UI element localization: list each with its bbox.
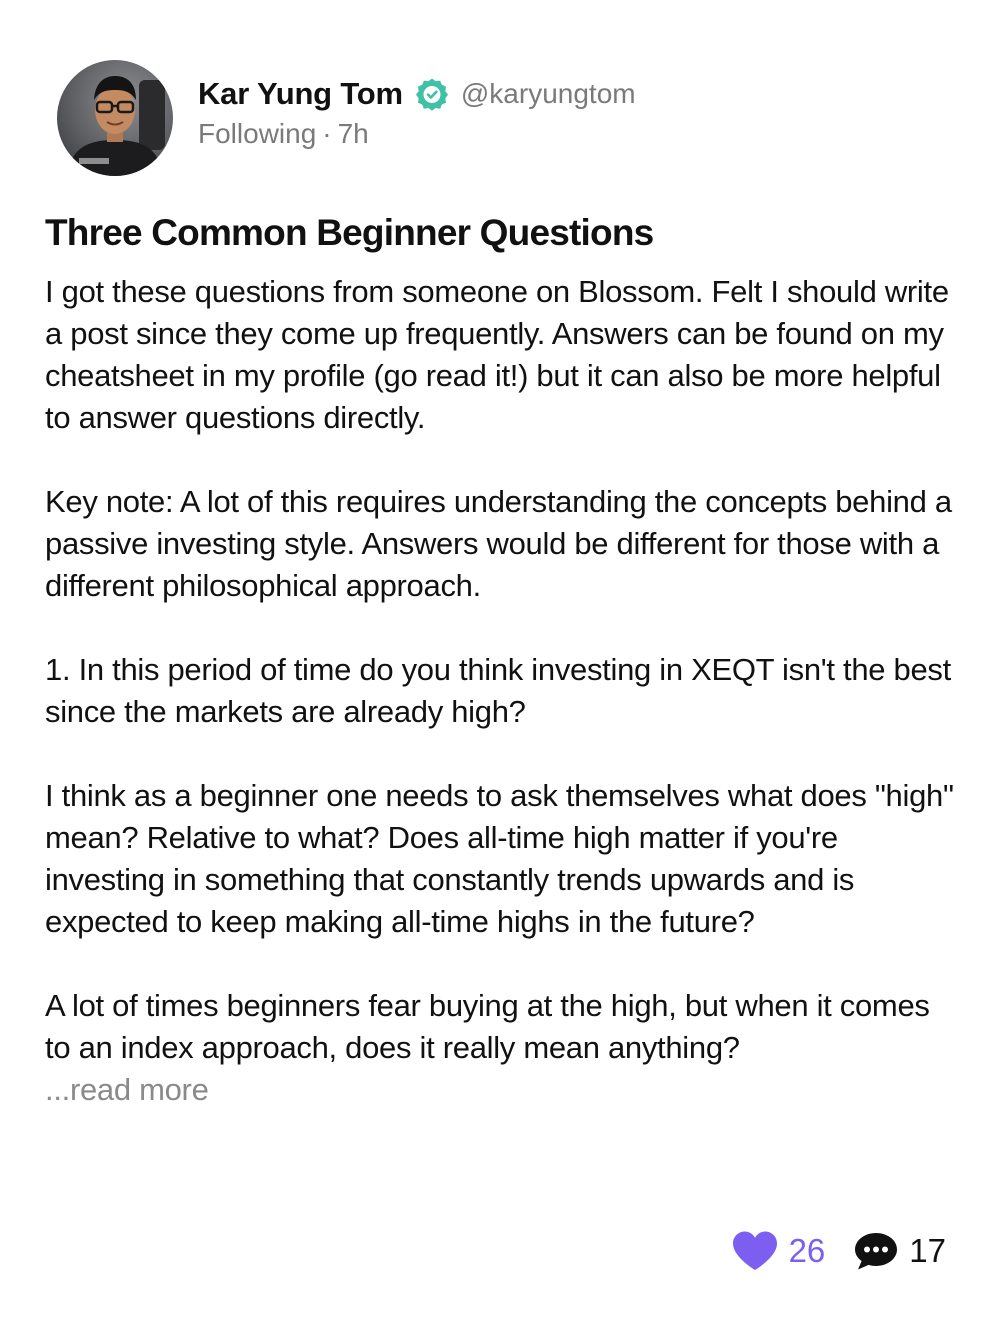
post-paragraph: I got these questions from someone on Bl… xyxy=(45,274,949,435)
post-time: 7h xyxy=(337,118,369,149)
post-paragraph: A lot of times beginners fear buying at … xyxy=(45,988,930,1065)
post-paragraph: Key note: A lot of this requires underst… xyxy=(45,484,952,603)
comment-bubble-icon xyxy=(855,1233,898,1270)
post-paragraph: I think as a beginner one needs to ask t… xyxy=(45,778,954,939)
avatar-image xyxy=(57,60,173,176)
post-actions: 26 17 xyxy=(731,1228,946,1274)
author-handle[interactable]: @karyungtom xyxy=(461,78,636,110)
heart-icon xyxy=(732,1231,777,1270)
verified-badge-icon xyxy=(415,77,449,111)
like-button[interactable]: 26 xyxy=(731,1230,826,1272)
name-row: Kar Yung Tom @karyungtom xyxy=(198,72,636,116)
post-paragraph: 1. In this period of time do you think i… xyxy=(45,652,951,729)
following-status[interactable]: Following xyxy=(198,118,316,150)
post-header: Kar Yung Tom @karyungtom Following · 7h xyxy=(57,60,636,176)
comments-count: 17 xyxy=(909,1232,946,1269)
post-card: Kar Yung Tom @karyungtom Following · 7h … xyxy=(0,0,992,1317)
avatar[interactable] xyxy=(57,60,173,176)
author-name[interactable]: Kar Yung Tom xyxy=(198,76,403,112)
dot-separator: · xyxy=(322,118,332,149)
post-body[interactable]: I got these questions from someone on Bl… xyxy=(45,271,955,1111)
likes-count: 26 xyxy=(788,1232,826,1269)
comment-button[interactable]: 17 xyxy=(853,1230,946,1272)
read-more-link[interactable]: ...read more xyxy=(45,1069,955,1111)
post-title: Three Common Beginner Questions xyxy=(45,212,654,253)
follow-status-row: Following · 7h xyxy=(198,118,636,150)
author-meta: Kar Yung Tom @karyungtom Following · 7h xyxy=(198,72,636,150)
